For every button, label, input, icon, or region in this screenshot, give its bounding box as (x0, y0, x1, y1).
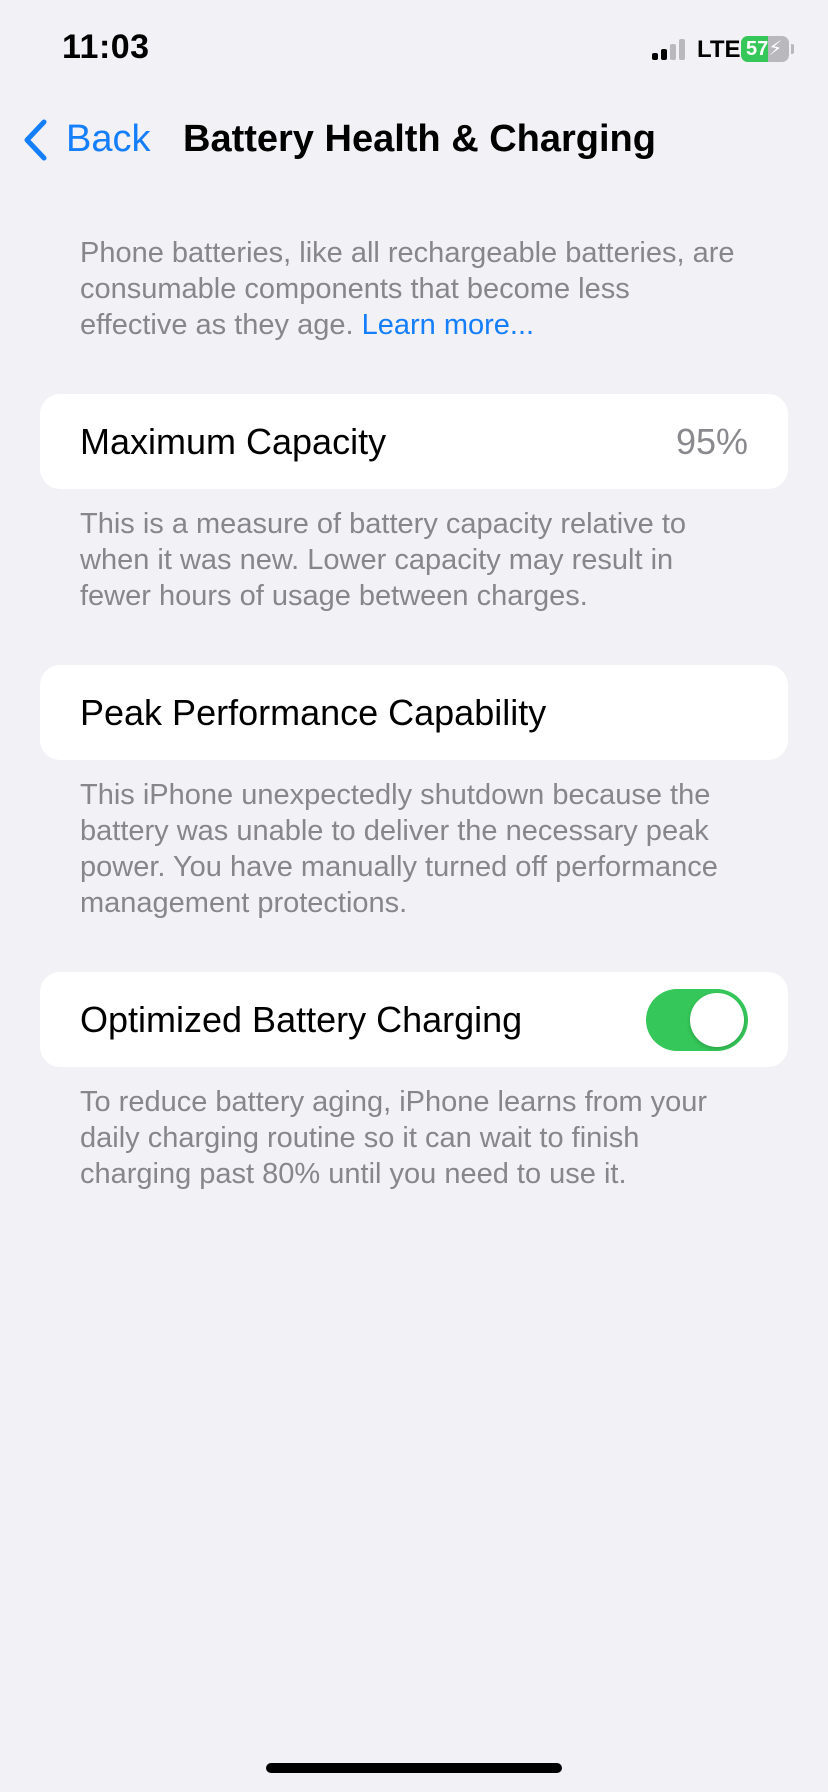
maximum-capacity-label: Maximum Capacity (80, 421, 387, 462)
cellular-signal-icon (652, 38, 685, 60)
chevron-left-icon (24, 119, 47, 160)
learn-more-link[interactable]: Learn more... (362, 309, 534, 341)
battery-cap (791, 44, 794, 54)
battery-percent: 57⚡ (746, 38, 783, 60)
page-title: Battery Health & Charging (183, 118, 656, 160)
back-button[interactable]: Back (22, 118, 150, 161)
optimized-charging-toggle[interactable] (646, 989, 748, 1051)
back-label: Back (66, 118, 151, 160)
signal-bar (679, 39, 685, 60)
toggle-knob (690, 993, 744, 1047)
maximum-capacity-row: Maximum Capacity 95% (40, 394, 788, 489)
signal-bar (652, 53, 658, 60)
signal-bar (670, 44, 676, 60)
maximum-capacity-footnote: This is a measure of battery capacity re… (80, 508, 687, 612)
peak-performance-footnote: This iPhone unexpectedly shutdown becaus… (80, 779, 718, 919)
network-type: LTE (697, 36, 741, 63)
signal-bar (661, 49, 667, 60)
maximum-capacity-value: 95% (675, 421, 748, 462)
optimized-charging-label: Optimized Battery Charging (80, 999, 523, 1040)
status-bar: 11:03 LTE 57⚡ (0, 0, 828, 100)
battery-charging-icon: 57⚡ (741, 36, 789, 62)
optimized-charging-row: Optimized Battery Charging (40, 972, 788, 1067)
home-indicator[interactable] (266, 1763, 562, 1773)
status-time: 11:03 (62, 28, 150, 66)
intro-text: Phone batteries, like all rechargeable b… (80, 235, 740, 343)
peak-performance-label: Peak Performance Capability (80, 692, 547, 733)
navigation-bar: Back Battery Health & Charging (0, 100, 828, 180)
peak-performance-row: Peak Performance Capability (40, 665, 788, 760)
optimized-charging-footnote: To reduce battery aging, iPhone learns f… (80, 1086, 708, 1190)
